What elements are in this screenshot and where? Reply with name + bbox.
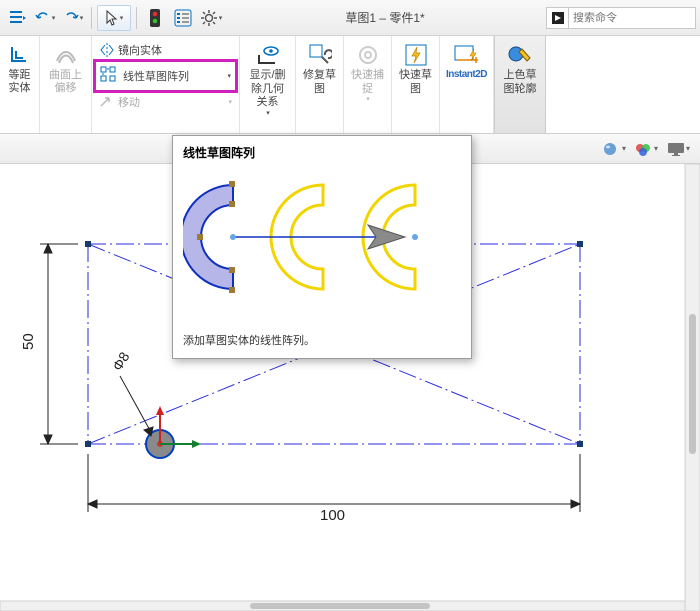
snap-target-icon — [355, 42, 381, 68]
show-relations-button[interactable]: 显示/删 除几何 关系 ▾ — [246, 40, 288, 120]
mirror-entities-button[interactable]: 镜向实体 — [96, 40, 235, 60]
wrench-icon — [307, 42, 333, 68]
redo-button[interactable]: ▾ — [60, 5, 86, 31]
shaded-contour-button[interactable]: 上色草 图轮廓 — [501, 40, 540, 97]
cursor-icon — [105, 9, 119, 27]
menu-icon — [8, 9, 26, 27]
view-scene-button[interactable] — [634, 140, 658, 158]
linear-pattern-button[interactable]: 线性草图阵列 ▾ — [96, 62, 235, 90]
undo-icon — [35, 10, 51, 26]
tooltip-desc: 添加草图实体的线性阵列。 — [173, 328, 471, 358]
horizontal-dim[interactable]: 100 — [320, 507, 345, 524]
offset-icon — [7, 42, 33, 68]
redo-icon — [63, 10, 79, 26]
search-input[interactable] — [569, 12, 669, 24]
quick-snap-button: 快速捕 捉 ▾ — [348, 40, 387, 106]
rapid-sketch-button[interactable]: 快速草 图 — [396, 40, 435, 97]
instant2d-icon — [454, 42, 480, 68]
quick-access-toolbar: ▾ ▾ ▾ ▾ 草图1 – 零件1* — [0, 0, 700, 36]
shaded-contour-icon — [507, 42, 533, 68]
mirror-icon — [99, 42, 115, 58]
offset-entities-button[interactable]: 等距实体 — [4, 40, 36, 96]
traffic-button[interactable] — [142, 5, 168, 31]
monitor-icon — [666, 141, 684, 157]
surface-offset-icon — [53, 42, 79, 68]
view-display-button[interactable] — [666, 140, 690, 158]
traffic-icon — [149, 8, 161, 28]
gear-icon — [200, 9, 218, 27]
list-icon — [174, 9, 192, 27]
move-entities-button: 移动 ▾ — [96, 92, 235, 112]
repair-sketch-button[interactable]: 修复草 图 — [300, 40, 339, 97]
search-run-icon — [547, 8, 569, 28]
view-appearance-button[interactable] — [602, 140, 626, 158]
document-title: 草图1 – 零件1* — [226, 9, 544, 26]
diameter-dim[interactable]: Φ8 — [109, 349, 133, 374]
settings-button[interactable]: ▾ — [198, 5, 224, 31]
linear-pattern-icon — [100, 66, 120, 86]
rgb-icon — [634, 141, 652, 157]
instant2d-button[interactable]: Instant2D — [443, 40, 490, 83]
command-search[interactable] — [546, 7, 696, 29]
tooltip-graphic — [173, 165, 471, 328]
menu-button[interactable] — [4, 5, 30, 31]
surface-offset-button: 曲面上偏移 — [44, 40, 87, 96]
tooltip-title: 线性草图阵列 — [173, 136, 471, 165]
undo-button[interactable]: ▾ — [32, 5, 58, 31]
select-button[interactable]: ▾ — [97, 5, 131, 31]
list-button[interactable] — [170, 5, 196, 31]
move-icon — [99, 94, 115, 110]
ribbon: 等距实体 曲面上偏移 镜向实体 线性草图阵列 ▾ 移动 ▾ 显示/删 除几何 关 — [0, 36, 700, 134]
sphere-icon — [602, 141, 620, 157]
vertical-dim[interactable]: 50 — [20, 333, 37, 350]
linear-pattern-tooltip: 线性草图阵列 — [172, 135, 472, 359]
eye-perp-icon — [255, 42, 281, 68]
lightning-icon — [403, 42, 429, 68]
